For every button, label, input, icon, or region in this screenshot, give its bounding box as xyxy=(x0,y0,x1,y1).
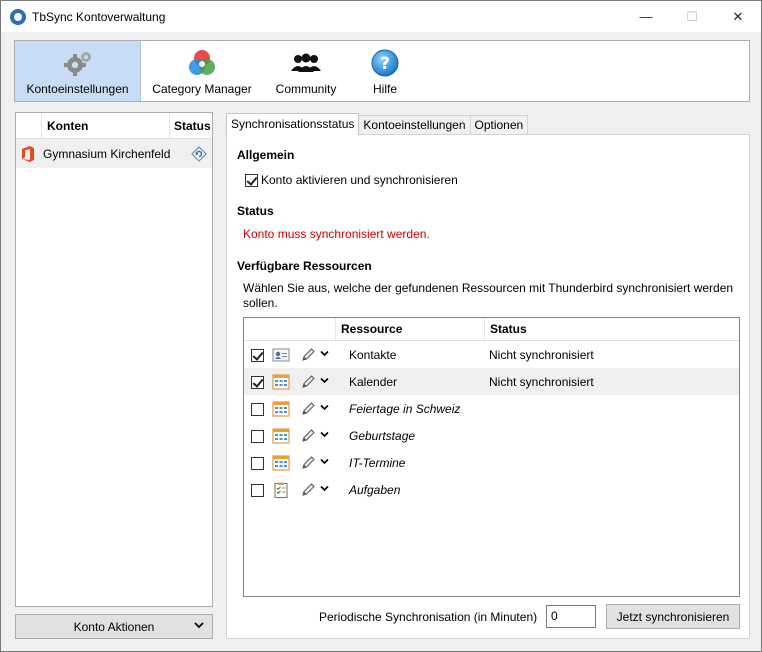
window-title: TbSync Kontoverwaltung xyxy=(32,9,166,24)
calendar-icon xyxy=(272,428,290,443)
chevron-down-icon[interactable] xyxy=(317,403,331,414)
resource-checkbox[interactable] xyxy=(251,375,264,389)
pencil-icon[interactable] xyxy=(300,428,316,444)
resources-header-spacer xyxy=(244,318,336,340)
contacts-icon xyxy=(272,348,290,361)
category-circles-icon xyxy=(186,48,218,78)
sync-now-label: Jetzt synchronisieren xyxy=(616,609,730,624)
accounts-header-spacer xyxy=(16,113,42,138)
resource-checkbox[interactable] xyxy=(251,402,264,416)
calendar-icon xyxy=(272,401,290,416)
resource-checkbox[interactable] xyxy=(251,456,264,470)
gears-icon xyxy=(62,48,94,78)
resource-checkbox[interactable] xyxy=(251,483,264,497)
sync-now-button[interactable]: Jetzt synchronisieren xyxy=(606,604,740,629)
help-icon: ? xyxy=(369,48,401,78)
tab-optionen[interactable]: Optionen xyxy=(469,115,529,135)
maximize-button[interactable]: ☐ xyxy=(669,1,715,32)
toolbar-label: Category Manager xyxy=(152,82,252,96)
account-name: Gymnasium Kirchenfeld xyxy=(43,146,171,161)
resource-name: Geburtstage xyxy=(349,428,416,443)
enable-account-row[interactable]: Konto aktivieren und synchronisieren xyxy=(245,173,458,187)
sync-status-panel: Allgemein Konto aktivieren und synchroni… xyxy=(226,134,750,639)
table-row[interactable]: Kalender Nicht synchronisiert xyxy=(244,368,739,395)
periodic-sync-input[interactable]: 0 xyxy=(546,605,596,628)
resources-description: Wählen Sie aus, welche der gefundenen Re… xyxy=(243,281,734,310)
konto-aktionen-button[interactable]: Konto Aktionen xyxy=(15,614,213,639)
tasks-icon xyxy=(274,482,288,498)
table-row[interactable]: Aufgaben xyxy=(244,476,739,503)
accounts-header: Konten Status xyxy=(16,113,212,139)
resources-col-ressource[interactable]: Ressource xyxy=(336,318,485,340)
toolbar-label: Community xyxy=(275,82,337,96)
office-icon xyxy=(22,145,34,162)
resource-name: IT-Termine xyxy=(349,455,406,470)
resource-name: Aufgaben xyxy=(349,482,401,497)
pencil-icon[interactable] xyxy=(300,374,316,390)
general-section-title: Allgemein xyxy=(237,148,295,162)
resource-status: Nicht synchronisiert xyxy=(489,347,594,362)
main-toolbar: Kontoeinstellungen Category Manager Comm… xyxy=(14,40,750,102)
enable-account-checkbox[interactable] xyxy=(245,173,258,187)
konto-aktionen-label: Konto Aktionen xyxy=(73,619,155,634)
resource-checkbox[interactable] xyxy=(251,348,264,362)
table-row[interactable]: Geburtstage xyxy=(244,422,739,449)
toolbar-label: Hilfe xyxy=(372,82,397,96)
tab-kontoeinstellungen[interactable]: Kontoeinstellungen xyxy=(358,115,471,135)
tbsync-app-icon xyxy=(10,8,26,25)
minimize-button[interactable]: — xyxy=(623,1,669,32)
chevron-down-icon[interactable] xyxy=(317,376,331,387)
pencil-icon[interactable] xyxy=(300,401,316,417)
resources-table-header: Ressource Status xyxy=(244,318,739,341)
accounts-col-konten[interactable]: Konten xyxy=(42,113,170,138)
calendar-icon xyxy=(272,374,290,389)
toolbar-community[interactable]: Community xyxy=(263,41,349,101)
table-row[interactable]: Feiertage in Schweiz xyxy=(244,395,739,422)
title-bar: TbSync Kontoverwaltung — ☐ ✕ xyxy=(1,1,761,32)
resource-status: Nicht synchronisiert xyxy=(489,374,594,389)
chevron-down-icon[interactable] xyxy=(317,349,331,360)
toolbar-hilfe[interactable]: ? Hilfe xyxy=(349,41,421,101)
resource-name: Feiertage in Schweiz xyxy=(349,401,461,416)
people-icon xyxy=(290,48,322,78)
calendar-icon xyxy=(272,455,290,470)
pencil-icon[interactable] xyxy=(300,455,316,471)
resources-table: Ressource Status Kontakte Nicht synchron… xyxy=(243,317,740,597)
toolbar-category-manager[interactable]: Category Manager xyxy=(141,41,263,101)
toolbar-kontoeinstellungen[interactable]: Kontoeinstellungen xyxy=(15,41,141,101)
toolbar-label: Kontoeinstellungen xyxy=(26,82,129,96)
resource-checkbox[interactable] xyxy=(251,429,264,443)
enable-account-label[interactable]: Konto aktivieren und synchronisieren xyxy=(261,173,458,187)
svg-text:?: ? xyxy=(380,54,390,74)
chevron-down-icon xyxy=(194,620,204,633)
account-row[interactable]: Gymnasium Kirchenfeld xyxy=(16,139,212,168)
chevron-down-icon[interactable] xyxy=(317,430,331,441)
table-row[interactable]: IT-Termine xyxy=(244,449,739,476)
resource-name: Kalender xyxy=(349,374,398,389)
accounts-list: Konten Status Gymnasium Kirchenfeld xyxy=(15,112,213,607)
resources-col-status[interactable]: Status xyxy=(485,318,739,340)
tbsync-window: TbSync Kontoverwaltung — ☐ ✕ Kontoeinste… xyxy=(0,0,762,652)
settings-tabs: Synchronisationsstatus Kontoeinstellunge… xyxy=(226,113,529,135)
resource-name: Kontakte xyxy=(349,347,397,362)
resources-section-title: Verfügbare Ressourcen xyxy=(237,259,372,273)
pencil-icon[interactable] xyxy=(300,347,316,363)
close-button[interactable]: ✕ xyxy=(715,1,761,32)
accounts-col-status[interactable]: Status xyxy=(170,113,212,138)
pencil-icon[interactable] xyxy=(300,482,316,498)
periodic-sync-label: Periodische Synchronisation (in Minuten) xyxy=(319,610,538,624)
window-controls: — ☐ ✕ xyxy=(623,1,761,32)
chevron-down-icon[interactable] xyxy=(317,457,331,468)
status-section-title: Status xyxy=(237,204,274,218)
tab-synchronisationsstatus[interactable]: Synchronisationsstatus xyxy=(226,113,360,135)
sync-needed-icon xyxy=(191,145,207,162)
table-row[interactable]: Kontakte Nicht synchronisiert xyxy=(244,341,739,368)
chevron-down-icon[interactable] xyxy=(317,484,331,495)
status-message: Konto muss synchronisiert werden. xyxy=(243,227,430,241)
